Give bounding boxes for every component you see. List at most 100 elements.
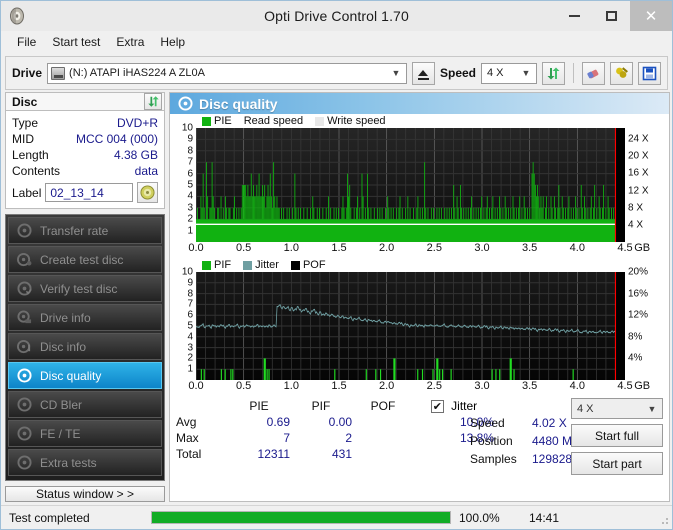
info-position-key: Position bbox=[470, 434, 513, 448]
disc-label-button[interactable] bbox=[137, 182, 158, 203]
y-tick-label: 2 bbox=[187, 213, 193, 225]
maximize-button[interactable] bbox=[593, 1, 630, 31]
speed-select[interactable]: 4 X ▼ bbox=[481, 62, 537, 84]
disc-quality-icon bbox=[17, 368, 32, 383]
disc-icon bbox=[17, 426, 32, 441]
y2-tick-label: 4% bbox=[628, 352, 643, 364]
pif-chart-y2-axis: 4% 8% 12% 16% 20% bbox=[625, 267, 669, 380]
start-part-button[interactable]: Start part bbox=[571, 452, 663, 475]
sidebar-item-disc-info[interactable]: Disc info bbox=[8, 333, 162, 360]
progress-fill bbox=[152, 512, 450, 523]
stats-panel: PIE PIF POF ✔ Jitter Avg 0.69 0.00 10.0%… bbox=[170, 394, 669, 501]
y-tick-label: 3 bbox=[187, 342, 193, 354]
x-tick-label: 2.5 bbox=[426, 242, 442, 254]
resize-grip-icon[interactable] bbox=[658, 514, 670, 526]
stats-table: PIE PIF POF ✔ Jitter Avg 0.69 0.00 10.0%… bbox=[176, 398, 494, 462]
save-button[interactable] bbox=[638, 61, 661, 85]
drive-toolbar: Drive (N:) ATAPI iHAS224 A ZL0A ▼ Speed … bbox=[5, 56, 668, 90]
pif-chart-plot bbox=[196, 272, 625, 380]
disc-icon bbox=[17, 223, 32, 238]
jitter-checkbox[interactable]: ✔ bbox=[430, 400, 444, 414]
disc-info-icon bbox=[17, 339, 31, 354]
legend-jitter: Jitter bbox=[243, 259, 279, 271]
sidebar-item-label: Transfer rate bbox=[40, 223, 109, 238]
menu-item-help[interactable]: Help bbox=[152, 33, 193, 51]
y-tick-label: 1 bbox=[187, 363, 193, 375]
disc-label-row: Label 02_13_14 bbox=[12, 182, 158, 203]
legend-swatch-icon bbox=[290, 260, 300, 270]
refresh-button[interactable] bbox=[542, 61, 565, 85]
left-panel: Disc Type DVD+R MID MCC 004 (000) Length… bbox=[5, 92, 165, 502]
pif-chart-y-axis: 1 2 3 4 5 6 7 8 9 10 bbox=[170, 267, 196, 380]
cd-icon bbox=[140, 185, 155, 200]
disc-field-mid-value: MCC 004 (000) bbox=[75, 132, 158, 146]
chevron-down-icon: ▼ bbox=[391, 68, 401, 78]
disc-label-input[interactable]: 02_13_14 bbox=[45, 183, 133, 202]
sidebar-item-create-test-disc[interactable]: Create test disc bbox=[8, 246, 162, 273]
sidebar-item-verify-test-disc[interactable]: Verify test disc bbox=[8, 275, 162, 302]
menu-item-extra[interactable]: Extra bbox=[108, 33, 152, 51]
status-window-button[interactable]: Status window > > bbox=[5, 486, 165, 502]
minimize-button[interactable] bbox=[556, 1, 593, 31]
x-tick-label: 3.0 bbox=[474, 380, 490, 392]
y-tick-label: 5 bbox=[187, 320, 193, 332]
sidebar-item-fe-te[interactable]: FE / TE bbox=[8, 420, 162, 447]
x-tick-label: 2.0 bbox=[379, 380, 395, 392]
menu-item-file[interactable]: File bbox=[9, 33, 44, 51]
stats-header-row: PIE PIF POF ✔ Jitter bbox=[176, 398, 494, 414]
stats-total-pif: 431 bbox=[331, 447, 352, 462]
y2-tick-label: 20% bbox=[628, 266, 649, 278]
app-icon bbox=[7, 6, 27, 26]
sidebar-item-disc-quality[interactable]: Disc quality bbox=[8, 362, 162, 389]
x-tick-label: 0.0 bbox=[188, 380, 204, 392]
disc-field-mid: MID MCC 004 (000) bbox=[12, 131, 158, 147]
y-tick-label: 3 bbox=[187, 202, 193, 214]
sidebar-item-drive-info[interactable]: Drive info bbox=[8, 304, 162, 331]
info-samples: Samples 129828 bbox=[470, 452, 580, 466]
sidebar-item-transfer-rate[interactable]: Transfer rate bbox=[8, 217, 162, 244]
pif-chart-container: PIF Jitter POF 1 2 3 4 5 6 7 8 9 10 4% 8% 12% 16% 20% bbox=[170, 258, 669, 394]
legend-swatch-icon bbox=[202, 260, 211, 270]
scan-info-block: Speed 4.02 X Position 4480 MB Samples 12… bbox=[470, 416, 580, 470]
progress-percent-text: 100.0% bbox=[459, 510, 500, 525]
stats-avg-pif: 0.00 bbox=[328, 415, 352, 430]
y-tick-label: 10 bbox=[181, 122, 193, 134]
x-tick-label: 3.0 bbox=[474, 242, 490, 254]
close-button[interactable]: ✕ bbox=[630, 1, 672, 31]
legend-label: Jitter bbox=[255, 259, 279, 271]
plug-icon bbox=[615, 66, 628, 78]
x-tick-label: 4.5 bbox=[617, 380, 633, 392]
y-tick-label: 8 bbox=[187, 145, 193, 157]
sidebar-item-cd-bler[interactable]: CD Bler bbox=[8, 391, 162, 418]
y2-tick-label: 12% bbox=[628, 309, 649, 321]
y-tick-label: 9 bbox=[187, 133, 193, 145]
drive-select[interactable]: (N:) ATAPI iHAS224 A ZL0A ▼ bbox=[47, 62, 407, 84]
legend-pif: PIF bbox=[202, 259, 231, 271]
start-full-button[interactable]: Start full bbox=[571, 424, 663, 447]
info-samples-value: 129828 bbox=[532, 452, 573, 466]
stats-col-pie: PIE bbox=[249, 399, 269, 414]
sidebar-item-label: FE / TE bbox=[40, 426, 81, 441]
pie-chart-container: PIE Read speed Write speed 1 2 3 4 5 6 7 8 9 10 4… bbox=[170, 114, 669, 256]
pif-chart-x-axis: 0.0 0.5 1.0 1.5 2.0 2.5 3.0 3.5 4.0 4.5 GB bbox=[188, 380, 650, 394]
settings-button[interactable] bbox=[610, 61, 633, 85]
y2-tick-label: 8% bbox=[628, 331, 643, 343]
disc-field-contents-value: data bbox=[134, 164, 158, 178]
y-tick-label: 4 bbox=[187, 190, 193, 202]
disc-refresh-button[interactable] bbox=[144, 93, 162, 110]
eject-button[interactable] bbox=[411, 61, 435, 85]
disc-label-key: Label bbox=[12, 185, 42, 200]
x-axis-unit: GB bbox=[634, 380, 651, 392]
x-tick-label: 0.5 bbox=[236, 242, 252, 254]
legend-swatch-icon bbox=[243, 260, 253, 270]
disc-check-icon bbox=[17, 281, 32, 296]
menu-item-start-test[interactable]: Start test bbox=[44, 33, 108, 51]
scan-speed-select[interactable]: 4 X ▼ bbox=[571, 398, 663, 419]
status-bar: Test completed 100.0% 14:41 bbox=[1, 505, 672, 529]
sidebar-item-extra-tests[interactable]: Extra tests bbox=[8, 449, 162, 476]
erase-button[interactable] bbox=[582, 61, 605, 85]
sidebar-item-label: Disc quality bbox=[40, 368, 102, 383]
pie-chart-y2-axis: 4 X 8 X 12 X 16 X 20 X 24 X bbox=[625, 128, 669, 242]
y-tick-label: 5 bbox=[187, 179, 193, 191]
refresh-icon bbox=[147, 96, 159, 107]
